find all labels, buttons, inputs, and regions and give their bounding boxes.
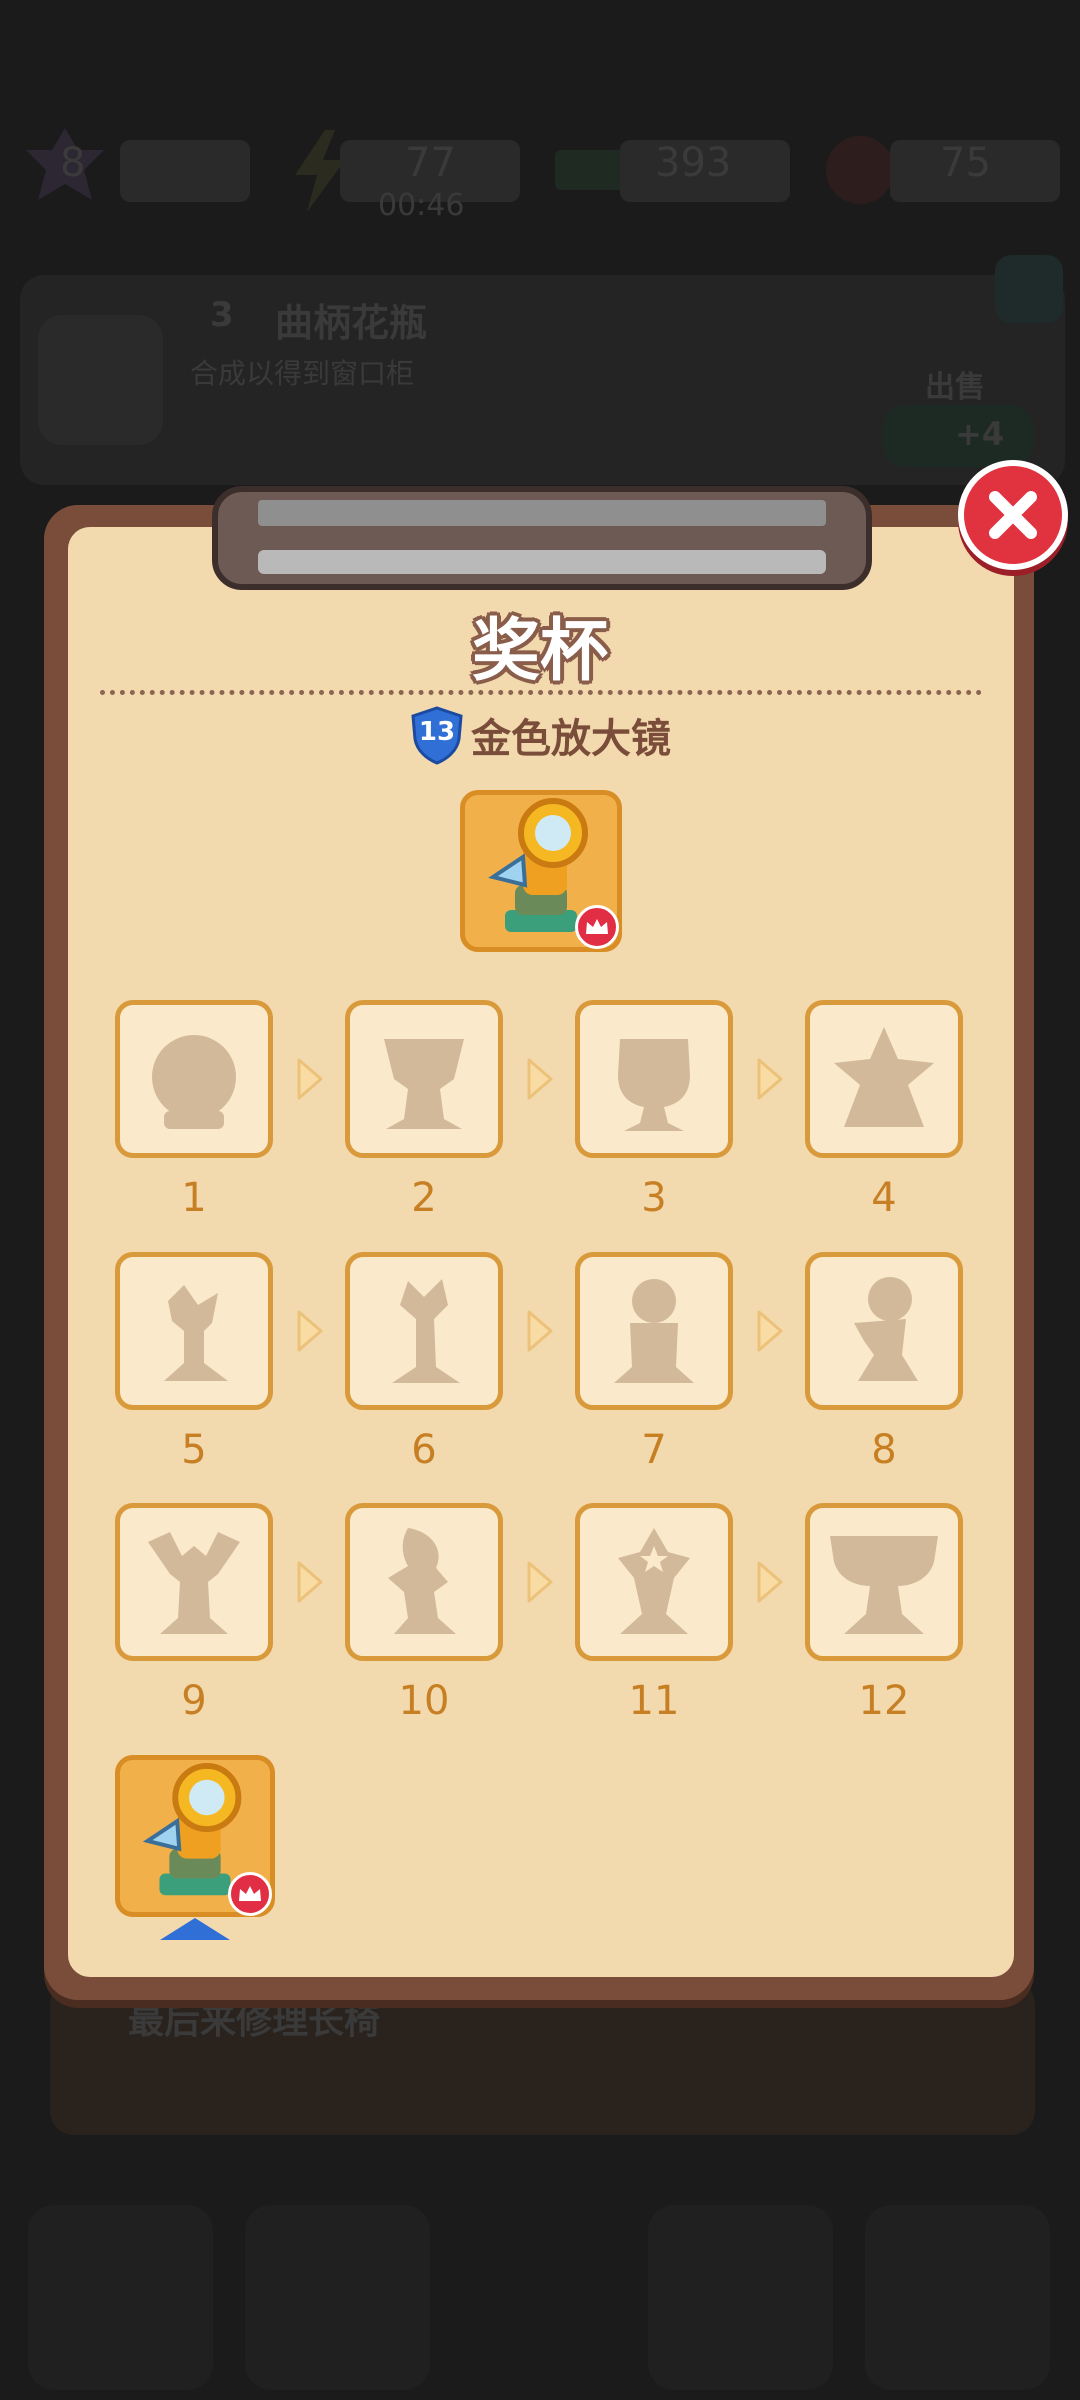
chevron-right-icon [527,1310,553,1352]
level-progress-pill [120,140,250,202]
back-button[interactable] [28,2205,213,2390]
chevron-right-icon [527,1561,553,1603]
chain-item-9[interactable] [115,1503,273,1661]
crown-icon [239,1886,261,1901]
chevron-right-icon [757,1058,783,1100]
chain-item-1[interactable] [115,1000,273,1158]
locked-silhouette-icon [148,1532,240,1634]
close-button[interactable] [958,460,1068,570]
sell-price: +4 [955,415,1005,453]
crown-icon [586,919,608,934]
modal-title: 奖杯 [471,612,608,691]
hud-level: 8 [60,140,86,186]
chain-item-13[interactable] [115,1755,275,1917]
chain-item-number: 11 [628,1678,680,1724]
crown-badge [575,905,619,949]
locked-silhouette-icon [164,1285,228,1381]
close-x-icon [989,491,1037,539]
task-desc: 合成以得到窗口柜 [190,357,415,390]
locked-silhouette-icon [392,1279,460,1383]
chain-item-number: 4 [871,1175,897,1221]
chain-item-7[interactable] [575,1252,733,1410]
locked-silhouette-icon [854,1277,918,1381]
chain-item-number: 10 [398,1678,450,1724]
task-name: 曲柄花瓶 [275,301,428,345]
chain-item-2[interactable] [345,1000,503,1158]
chain-item-10[interactable] [345,1503,503,1661]
hud-cash: 393 [655,140,732,186]
hud-energy: 77 [405,140,456,186]
locked-silhouette-icon [834,1027,934,1127]
chain-item-number: 7 [641,1427,667,1473]
locked-silhouette-icon [614,1279,694,1383]
chevron-right-icon [297,1058,323,1100]
featured-item-tile[interactable] [460,790,622,952]
chain-item-4[interactable] [805,1000,963,1158]
chevron-right-icon [297,1310,323,1352]
chain-item-number: 6 [411,1427,437,1473]
locked-silhouette-icon [152,1035,236,1129]
locked-silhouette-icon [830,1536,938,1634]
chevron-right-icon [527,1058,553,1100]
title-divider [100,690,982,695]
chain-item-11[interactable] [575,1503,733,1661]
chain-item-number: 2 [411,1175,437,1221]
locked-silhouette-icon [388,1528,456,1634]
sell-label: 出售 [925,370,985,405]
item-name: 金色放大镜 [471,716,671,762]
chain-item-number: 1 [181,1175,207,1221]
chain-item-3[interactable] [575,1000,733,1158]
chain-item-number: 9 [181,1678,207,1724]
energy-timer: 00:46 [378,188,465,223]
chain-item-number: 5 [181,1427,207,1473]
item-header: 13 金色放大镜 [0,705,1080,765]
chain-item-number: 8 [871,1427,897,1473]
task-item-slot [38,315,163,445]
chevron-right-icon [757,1561,783,1603]
chain-item-8[interactable] [805,1252,963,1410]
locked-silhouette-icon [618,1039,690,1131]
item-level: 13 [418,717,456,747]
chevron-right-icon [757,1310,783,1352]
bag-button[interactable] [245,2205,430,2390]
board-button[interactable] [865,2205,1050,2390]
locked-silhouette-icon [384,1039,464,1129]
chain-item-12[interactable] [805,1503,963,1661]
chain-item-number: 3 [641,1175,667,1221]
current-item-marker-icon [160,1918,230,1940]
chevron-right-icon [297,1561,323,1603]
info-button[interactable] [995,255,1063,323]
chain-item-6[interactable] [345,1252,503,1410]
locked-silhouette-icon [618,1528,690,1634]
chain-item-5[interactable] [115,1252,273,1410]
level-badge: 13 [409,705,465,765]
clipboard-clip [212,486,872,590]
shop-button[interactable] [648,2205,833,2390]
crown-badge [228,1872,272,1916]
task-level: 3 [210,295,234,335]
chain-item-number: 12 [858,1678,910,1724]
hud-gems: 75 [940,140,991,186]
